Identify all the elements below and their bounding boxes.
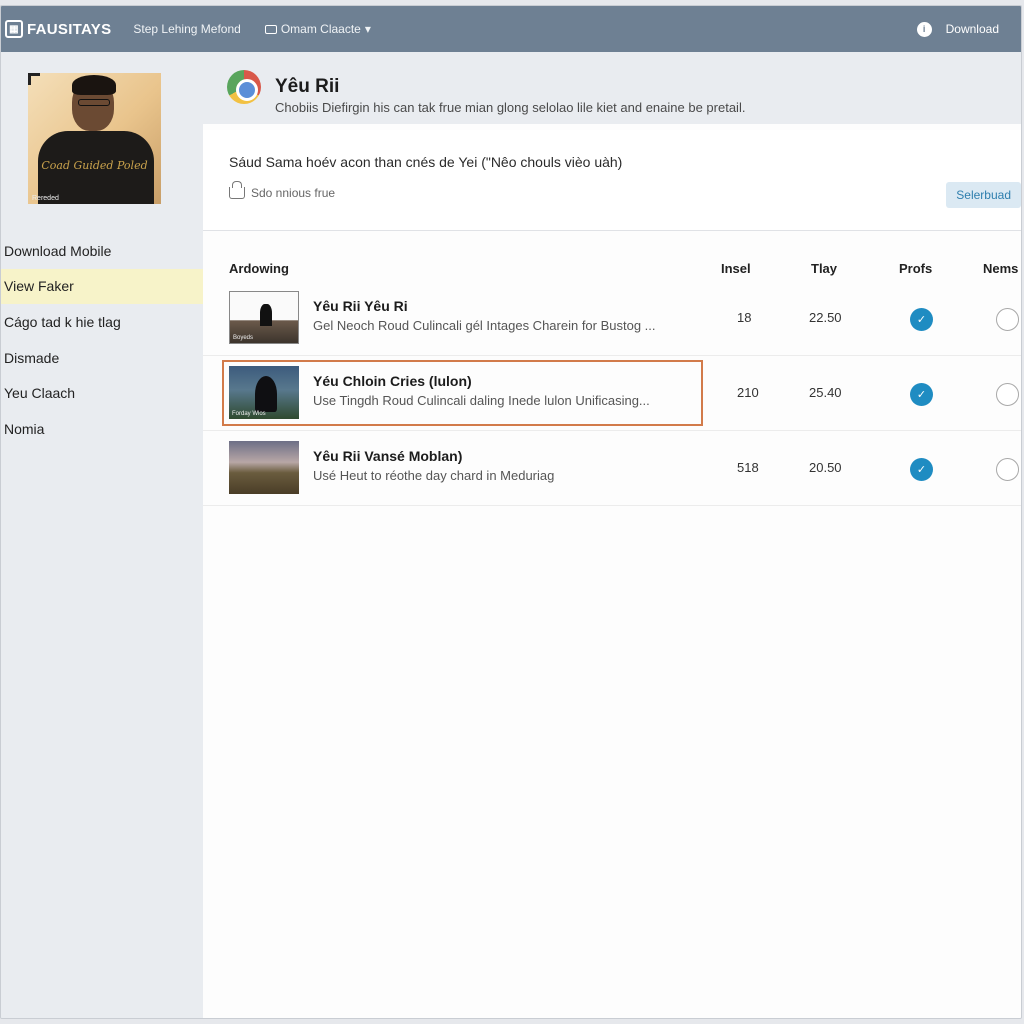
select-button[interactable]: Selerbuad xyxy=(946,182,1021,208)
row-description: Use Tingdh Roud Culincali daling Inede l… xyxy=(313,393,650,408)
row-title: Yêu Rii Vansé Moblan) xyxy=(313,448,463,464)
brand-logo-icon: ▦ xyxy=(5,20,23,38)
brand[interactable]: ▦ FAUSITAYS xyxy=(5,20,111,38)
page-header: Yêu Rii Chobiis Diefirgin his can tak fr… xyxy=(203,52,1021,124)
chrome-icon xyxy=(227,70,261,104)
check-icon[interactable]: ✓ xyxy=(910,308,933,331)
page-subtitle: Chobiis Diefirgin his can tak frue mian … xyxy=(275,100,746,115)
sidebar-item-yeu-claach[interactable]: Yeu Claach xyxy=(1,375,203,411)
info-icon: i xyxy=(916,21,932,37)
sidebar: Coad Guided Poled Rereded Download Mobil… xyxy=(1,52,203,1018)
chevron-down-icon: ▾ xyxy=(364,22,371,36)
app-window: ▦ FAUSITAYS Step Lehing Mefond Omam Claa… xyxy=(0,5,1022,1019)
row-thumbnail xyxy=(229,441,299,494)
row-description: Usé Heut to réothe day chard in Meduriag xyxy=(313,468,555,483)
sidebar-nav: Download Mobile View Faker Cágo tad k hi… xyxy=(1,233,203,447)
brand-name: FAUSITAYS xyxy=(27,20,112,38)
thumbnail-figure xyxy=(255,376,277,412)
column-header-tlay[interactable]: Tlay xyxy=(811,261,837,276)
row-tlay: 20.50 xyxy=(809,460,842,475)
sidebar-item-cago[interactable]: Cágo tad k hie tlag xyxy=(1,304,203,340)
avatar-glasses xyxy=(78,99,110,106)
table-row[interactable]: Boyeds Yêu Rii Yêu Ri Gel Neoch Roud Cul… xyxy=(203,281,1021,356)
top-bar: ▦ FAUSITAYS Step Lehing Mefond Omam Claa… xyxy=(1,6,1021,52)
avatar-shirt-text: Coad Guided Poled xyxy=(41,159,148,172)
thumbnail-figure xyxy=(260,304,272,326)
column-header-profs[interactable]: Profs xyxy=(899,261,932,276)
avatar-caption: Rereded xyxy=(32,195,59,202)
nav-link[interactable]: Step Lehing Mefond xyxy=(133,22,240,36)
nav-dropdown-label: Omam Claacte xyxy=(280,22,361,36)
row-title: Yêu Rii Yêu Ri xyxy=(313,298,408,314)
main-content: Yêu Rii Chobiis Diefirgin his can tak fr… xyxy=(203,52,1021,1018)
row-thumbnail: Forday Wlos xyxy=(229,366,299,419)
column-header-nems[interactable]: Nems xyxy=(983,261,1018,276)
nav-dropdown[interactable]: Omam Claacte ▾ xyxy=(264,22,371,36)
row-insel: 18 xyxy=(737,310,752,325)
avatar[interactable]: Coad Guided Poled Rereded xyxy=(28,73,161,204)
row-thumbnail: Boyeds xyxy=(229,291,299,344)
panel-meta: Sdo nnious frue xyxy=(229,181,336,200)
thumbnail-caption: Forday Wlos xyxy=(232,411,266,417)
radio-button[interactable] xyxy=(996,383,1019,406)
basket-icon xyxy=(229,181,245,199)
panel-meta-label: Sdo nnious frue xyxy=(251,186,336,200)
column-header-ardowing[interactable]: Ardowing xyxy=(229,261,289,276)
row-insel: 518 xyxy=(737,460,759,475)
page-title: Yêu Rii xyxy=(275,76,340,97)
radio-button[interactable] xyxy=(996,458,1019,481)
download-button[interactable]: i Download xyxy=(916,21,999,37)
row-description: Gel Neoch Roud Culincali gél Intages Cha… xyxy=(313,318,656,333)
window-icon xyxy=(264,24,277,34)
row-insel: 210 xyxy=(737,385,759,400)
avatar-hair xyxy=(72,75,116,95)
row-tlay: 25.40 xyxy=(809,385,842,400)
panel-text: Sáud Sama hoév acon than cnés de Yei ("N… xyxy=(229,154,623,170)
sidebar-item-nomia[interactable]: Nomia xyxy=(1,411,203,447)
row-tlay: 22.50 xyxy=(809,310,842,325)
check-icon[interactable]: ✓ xyxy=(910,458,933,481)
table-row[interactable]: Yêu Rii Vansé Moblan) Usé Heut to réothe… xyxy=(203,431,1021,506)
download-label: Download xyxy=(945,22,999,36)
sidebar-item-dismade[interactable]: Dismade xyxy=(1,340,203,376)
check-icon[interactable]: ✓ xyxy=(910,383,933,406)
table-row[interactable]: Forday Wlos Yéu Chloin Cries (lulon) Use… xyxy=(203,356,1021,431)
thumbnail-caption: Boyeds xyxy=(233,335,254,341)
table-header: Ardowing Insel Tlay Profs Nems xyxy=(203,261,1021,281)
info-panel: Sáud Sama hoév acon than cnés de Yei ("N… xyxy=(203,130,1021,231)
row-title: Yéu Chloin Cries (lulon) xyxy=(313,373,472,389)
crop-corner-icon xyxy=(28,73,40,85)
radio-button[interactable] xyxy=(996,308,1019,331)
sidebar-item-view-faker[interactable]: View Faker xyxy=(1,268,203,305)
sidebar-item-download-mobile[interactable]: Download Mobile xyxy=(1,233,203,269)
column-header-insel[interactable]: Insel xyxy=(721,261,751,276)
